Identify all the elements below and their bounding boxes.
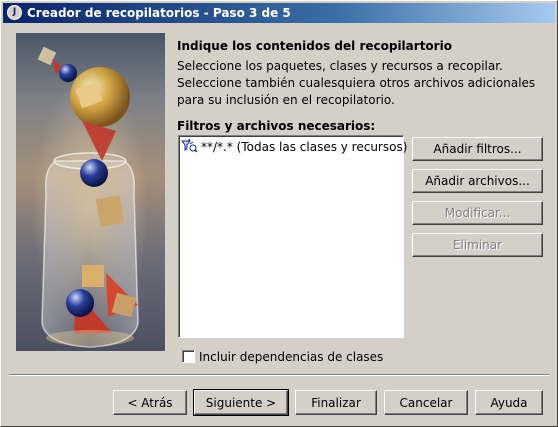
finish-button[interactable]: Finalizar [295,390,377,415]
title-bar[interactable]: J Creador de recopilatorios - Paso 3 de … [3,3,555,23]
filters-list-label: Filtros y archivos necesarios: [177,119,376,133]
filters-list[interactable]: **/*.* (Todas las clases y recursos) [178,135,408,338]
footer-separator [9,374,549,376]
wizard-window: J Creador de recopilatorios - Paso 3 de … [0,0,558,427]
help-button[interactable]: Ayuda [475,390,543,415]
glass-jar-illustration [37,46,139,348]
add-filters-button[interactable]: Añadir filtros... [412,137,543,161]
page-description: Seleccione los paquetes, clases y recurs… [177,59,536,107]
next-button[interactable]: Siguiente > [193,389,289,416]
add-files-button[interactable]: Añadir archivos... [412,169,543,193]
wizard-illustration [16,33,165,351]
remove-button[interactable]: Eliminar [412,233,543,257]
include-dependencies-checkbox[interactable] [182,350,195,363]
filter-icon [181,139,197,153]
cancel-button[interactable]: Cancelar [384,390,468,415]
page-heading: Indique los contenidos del recopilartori… [177,39,452,53]
filter-label: **/*.* (Todas las clases y recursos) [201,140,408,154]
back-button[interactable]: < Atrás [113,390,187,415]
java-cup-icon: J [7,5,22,20]
include-dependencies-label: Incluir dependencias de clases [199,350,384,364]
modify-button[interactable]: Modificar... [412,201,543,225]
window-title: Creador de recopilatorios - Paso 3 de 5 [27,6,291,20]
